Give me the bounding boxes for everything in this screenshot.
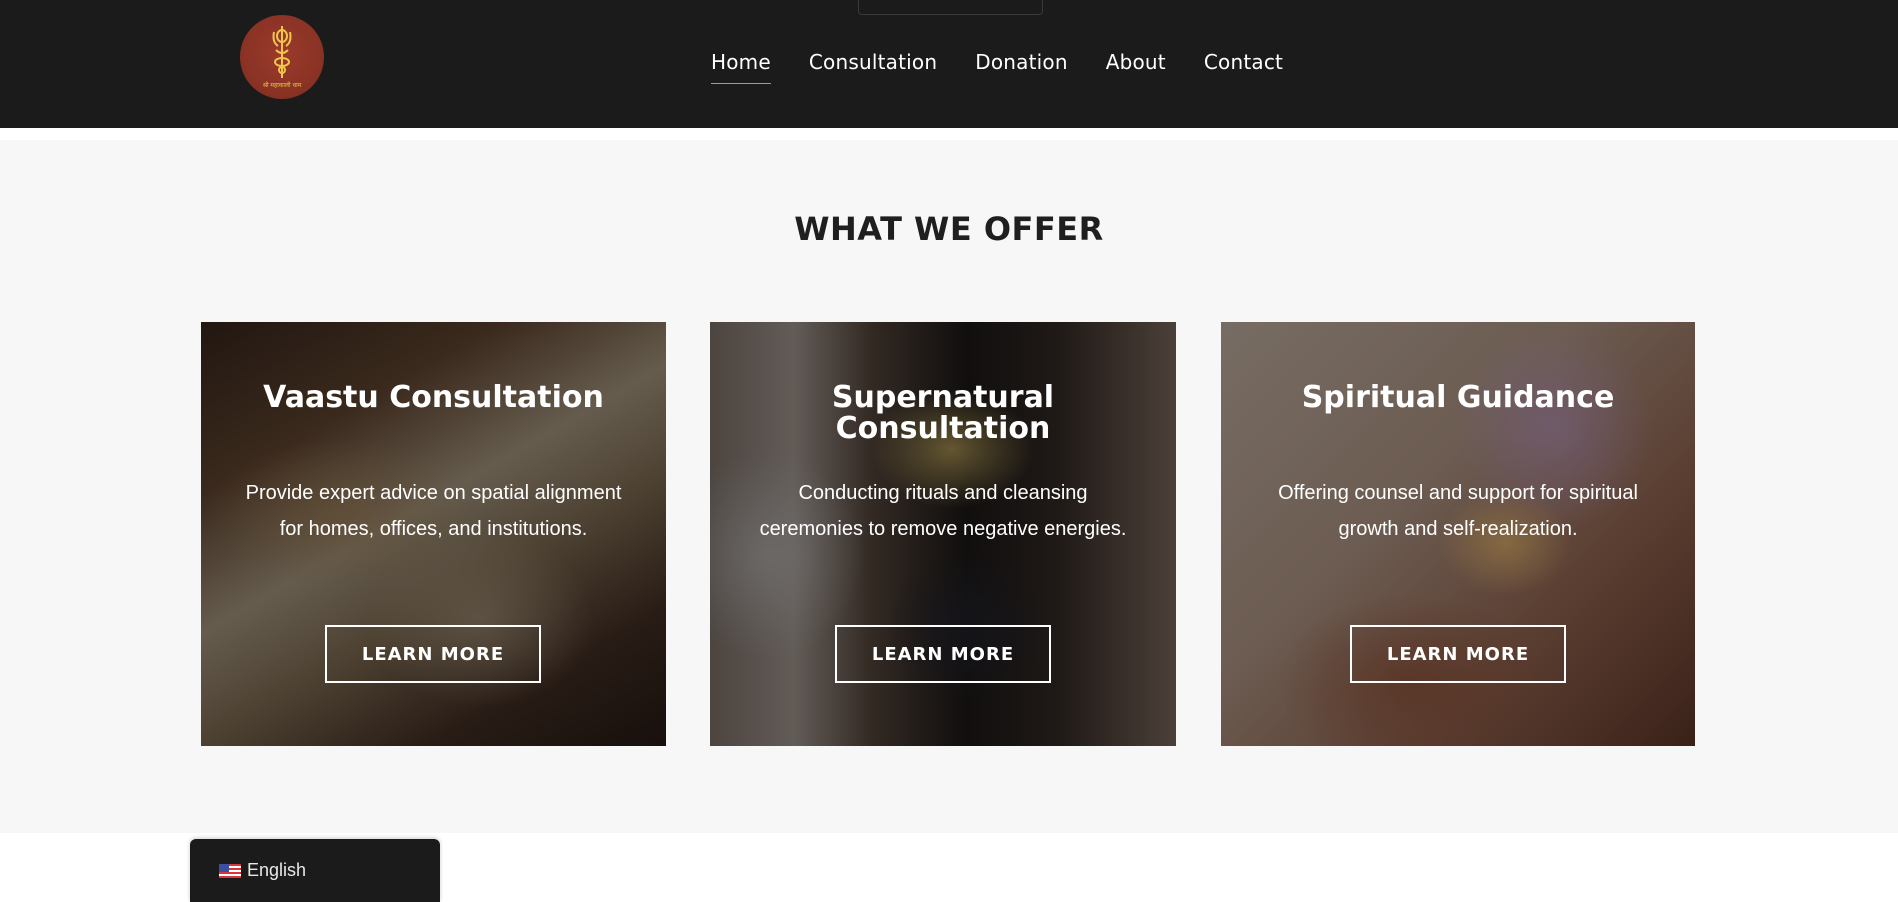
card-title: Supernatural Consultation [831, 380, 1055, 446]
card-description: Offering counsel and support for spiritu… [1278, 482, 1638, 540]
section-title: WHAT WE OFFER [794, 210, 1104, 248]
nav-consultation[interactable]: Consultation [809, 50, 937, 84]
learn-more-button[interactable]: LEARN MORE [325, 625, 541, 683]
offer-section: WHAT WE OFFER Vaastu Consultation Provid… [0, 140, 1898, 833]
language-switcher[interactable]: English [190, 839, 440, 902]
language-label: English [247, 860, 307, 880]
nav-contact[interactable]: Contact [1204, 50, 1283, 84]
header-top-tab [858, 0, 1043, 15]
learn-more-button[interactable]: LEARN MORE [1350, 625, 1566, 683]
card-title: Vaastu Consultation [263, 380, 604, 415]
nav-about[interactable]: About [1106, 50, 1166, 84]
site-header: श्री महाकाली धाम Home Consultation Donat… [0, 0, 1898, 128]
us-flag-icon [219, 863, 241, 878]
card-supernatural-consultation: Supernatural Consultation Conducting rit… [710, 322, 1176, 746]
main-nav: Home Consultation Donation About Contact [711, 50, 1283, 84]
nav-donation[interactable]: Donation [975, 50, 1067, 84]
card-spiritual-guidance: Spiritual Guidance Offering counsel and … [1221, 322, 1695, 746]
nav-home[interactable]: Home [711, 50, 771, 84]
card-description: Provide expert advice on spatial alignme… [245, 482, 622, 540]
learn-more-button[interactable]: LEARN MORE [835, 625, 1051, 683]
card-title: Spiritual Guidance [1301, 380, 1615, 415]
card-description: Conducting rituals and cleansing ceremon… [759, 482, 1127, 540]
site-logo[interactable]: श्री महाकाली धाम [240, 15, 324, 99]
logo-text: श्री महाकाली धाम [262, 82, 302, 89]
card-vaastu-consultation: Vaastu Consultation Provide expert advic… [201, 322, 666, 746]
